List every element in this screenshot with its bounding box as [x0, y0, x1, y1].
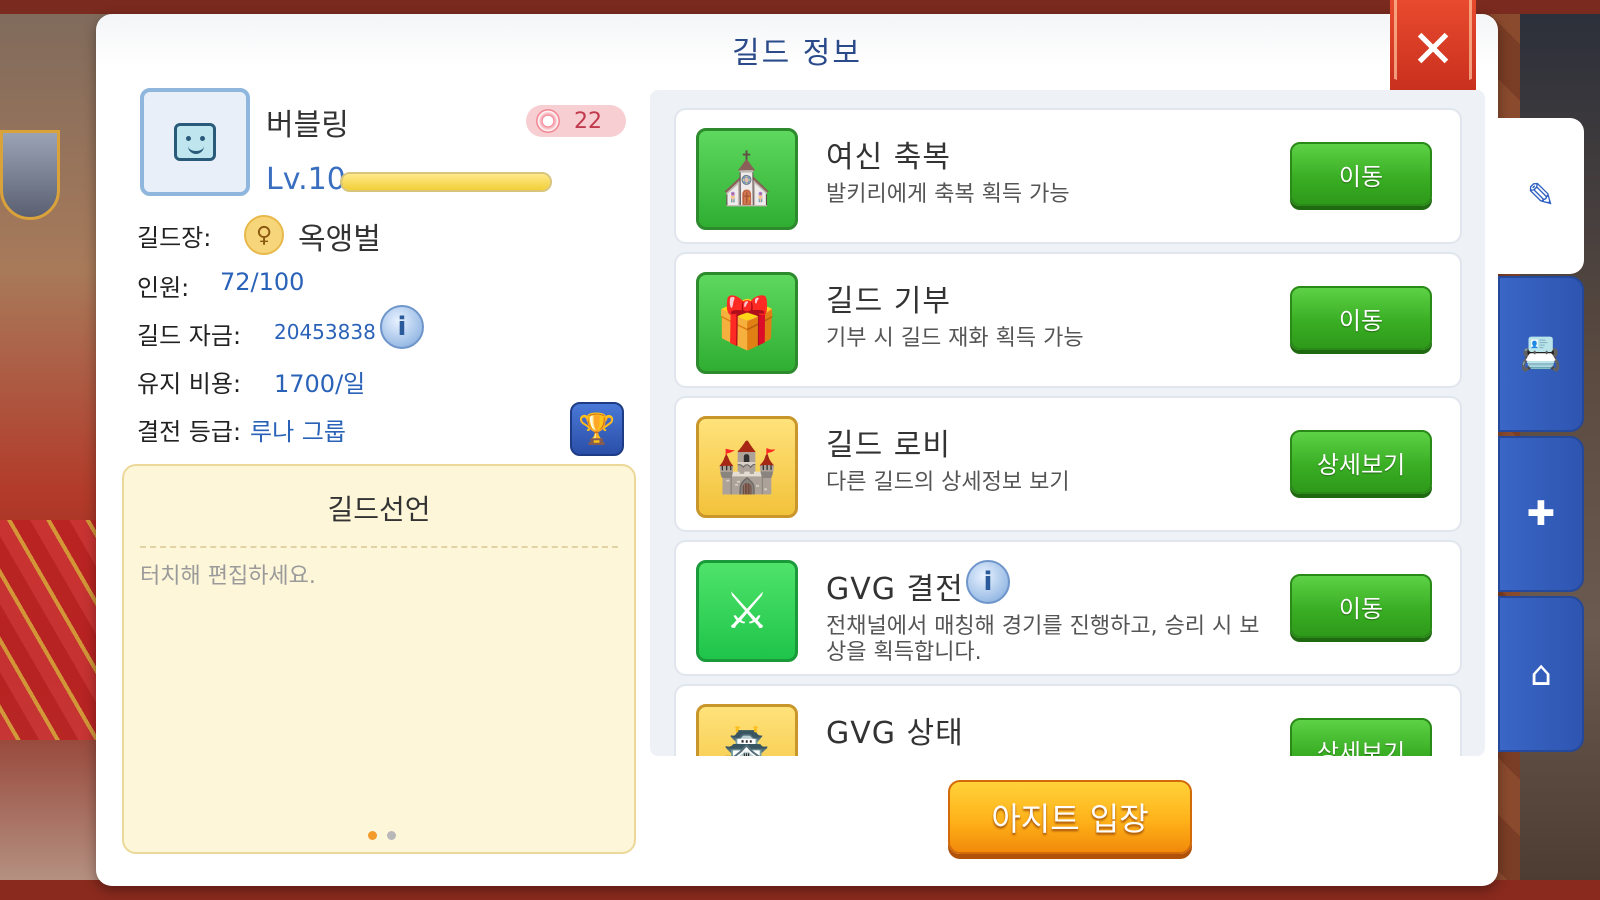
feature-card-goddess-blessing: ⛪ 여신 축복 발키리에게 축복 획득 가능 이동 — [674, 108, 1462, 244]
tab-church[interactable]: ✚ — [1498, 436, 1584, 592]
scenery-left — [0, 0, 110, 900]
female-gender-icon: ♀ — [244, 215, 284, 255]
edit-icon: ✎ — [1526, 176, 1556, 216]
crossed-swords-icon: ⚔ — [696, 560, 798, 662]
feature-desc: 기부 시 길드 재화 획득 가능 — [826, 326, 1084, 351]
feature-card-lobby: 🏰 길드 로비 다른 길드의 상세정보 보기 상세보기 — [674, 396, 1462, 532]
emblem-count: 22 — [574, 108, 602, 134]
page-dot-2 — [387, 831, 396, 840]
feature-title: 여신 축복 — [826, 140, 951, 175]
declaration-title: 길드선언 — [327, 493, 431, 526]
feature-list[interactable]: ⛪ 여신 축복 발키리에게 축복 획득 가능 이동 🎁 길드 기부 기부 시 길… — [650, 90, 1485, 756]
funds-value: 20453838 — [274, 320, 376, 344]
guild-level: Lv.10 — [266, 162, 346, 197]
rank-value: 루나 그룹 — [250, 418, 346, 446]
guild-declaration-box[interactable]: 길드선언 터치해 편집하세요. — [122, 464, 636, 854]
goddess-blessing-move-button[interactable]: 이동 — [1290, 142, 1432, 206]
holy-cross-icon: ✚ — [1526, 494, 1556, 534]
feature-desc: 다른 길드의 상세정보 보기 — [826, 470, 1070, 495]
info-icon: i — [397, 312, 407, 342]
upkeep-value: 1700/일 — [274, 370, 366, 398]
page-dot-1 — [368, 831, 377, 840]
donation-box-icon: 🎁 — [696, 272, 798, 374]
tab-guild-home[interactable]: ⌂ — [1498, 596, 1584, 752]
level-progress-bar — [340, 172, 552, 192]
funds-info-button[interactable]: i — [380, 305, 424, 349]
gvg-battle-move-button[interactable]: 이동 — [1290, 574, 1432, 638]
feature-title: GVG 결전 — [826, 572, 964, 607]
master-label: 길드장: — [137, 224, 212, 252]
upkeep-label: 유지 비용: — [137, 370, 242, 398]
feature-title: 길드 기부 — [826, 284, 951, 319]
page-indicator — [368, 831, 396, 840]
wall-shield-decoration — [0, 130, 60, 220]
gvg-status-detail-button[interactable]: 상세보기 — [1290, 718, 1432, 756]
donation-move-button[interactable]: 이동 — [1290, 286, 1432, 350]
red-carpet-decoration — [0, 520, 110, 740]
feature-title: 길드 로비 — [826, 428, 951, 463]
panel-title: 길드 정보 — [732, 36, 862, 71]
goddess-blessing-icon: ⛪ — [696, 128, 798, 230]
close-icon: ✕ — [1411, 20, 1455, 80]
guild-name: 버블링 — [266, 108, 349, 143]
guild-emblem-face-icon — [174, 123, 216, 161]
trophy-button[interactable]: 🏆 — [570, 402, 624, 456]
castle-icon: 🏰 — [696, 416, 798, 518]
members-value: 72/100 — [220, 268, 305, 296]
feature-desc: 발키리에게 축복 획득 가능 — [826, 182, 1070, 207]
master-name[interactable]: 옥앵벌 — [298, 214, 381, 258]
tab-members[interactable]: 📇 — [1498, 276, 1584, 432]
members-label: 인원: — [137, 274, 190, 302]
declaration-placeholder[interactable]: 터치해 편집하세요. — [140, 558, 316, 590]
scenery-top — [0, 0, 1600, 14]
level-progress-fill — [342, 174, 550, 190]
lobby-detail-button[interactable]: 상세보기 — [1290, 430, 1432, 494]
info-icon: i — [983, 567, 993, 597]
feature-desc: 전채널에서 매칭해 경기를 진행하고, 승리 시 보상을 획득합니다. — [826, 614, 1260, 665]
enter-hideout-button[interactable]: 아지트 입장 — [948, 780, 1192, 854]
contacts-book-icon: 📇 — [1519, 334, 1563, 374]
trophy-icon: 🏆 — [578, 411, 616, 447]
castle-flag-icon: 🏯 — [696, 704, 798, 756]
guild-home-icon: ⌂ — [1530, 654, 1552, 694]
feature-title: GVG 상태 — [826, 716, 964, 751]
emblem-count-badge: 22 — [526, 105, 626, 137]
funds-label: 길드 자금: — [137, 322, 242, 350]
feature-card-gvg-status: 🏯 GVG 상태 상세보기 — [674, 684, 1462, 756]
feature-card-gvg-battle: ⚔ GVG 결전 i 전채널에서 매칭해 경기를 진행하고, 승리 시 보상을 … — [674, 540, 1462, 676]
rank-label: 결전 등급: — [137, 418, 242, 446]
tab-guild-info[interactable]: ✎ — [1498, 118, 1584, 274]
emblem-icon — [536, 109, 560, 133]
gvg-info-button[interactable]: i — [966, 560, 1010, 604]
guild-avatar[interactable] — [140, 88, 250, 196]
declaration-divider — [140, 546, 618, 548]
feature-card-donation: 🎁 길드 기부 기부 시 길드 재화 획득 가능 이동 — [674, 252, 1462, 388]
